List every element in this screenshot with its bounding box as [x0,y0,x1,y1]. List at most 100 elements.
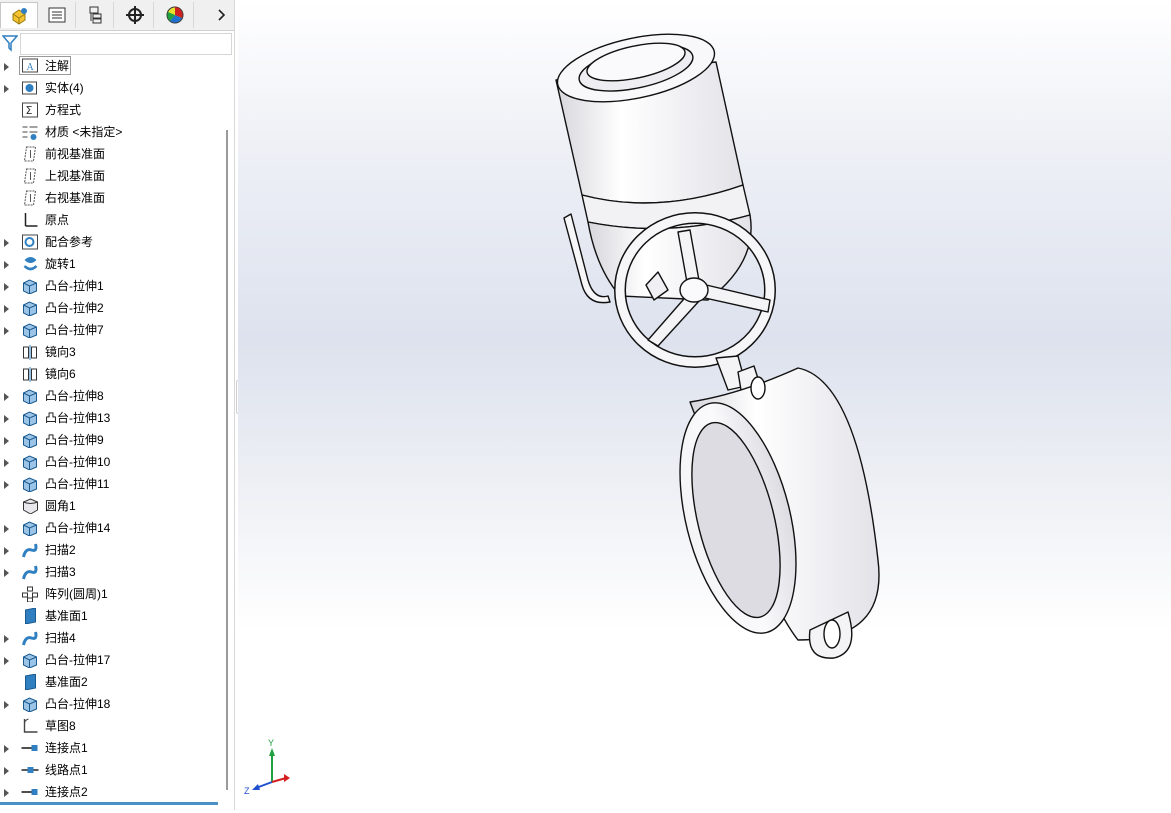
tree-item[interactable]: 圆角1 [0,495,222,517]
tree-item[interactable]: 草图8 [0,715,222,737]
tree-item[interactable]: 右视基准面 [0,187,222,209]
orientation-triad: Y Z [244,738,290,796]
more-tabs-chevron-icon[interactable] [214,6,230,24]
tree-item[interactable]: 凸台-拉伸1 [0,275,222,297]
tree-item[interactable]: 凸台-拉伸18 [0,693,222,715]
annotation-icon: A [22,58,38,73]
property-manager-tab[interactable] [38,2,76,28]
expand-arrow-icon[interactable] [4,437,9,445]
tree-item[interactable]: 材质 <未指定> [0,121,222,143]
expand-arrow-icon[interactable] [4,459,9,467]
tree-item-label: 方程式 [45,103,82,117]
configuration-manager-tab[interactable] [76,2,114,28]
expand-arrow-icon[interactable] [4,657,9,665]
boss-extrude-icon [23,389,37,404]
plane-icon [23,190,37,206]
expand-arrow-icon[interactable] [4,767,9,775]
boss-extrude-icon [23,521,37,536]
tree-item-label: 凸台-拉伸11 [45,477,110,491]
expand-arrow-icon[interactable] [4,547,9,555]
tree-item-label: 扫描2 [45,543,76,557]
expand-arrow-icon[interactable] [4,85,9,93]
tree-item[interactable]: 凸台-拉伸2 [0,297,222,319]
tree-item[interactable]: A 注解 [0,55,222,77]
tree-item[interactable]: 扫描3 [0,561,222,583]
sweep-icon [22,565,38,580]
expand-arrow-icon[interactable] [4,239,9,247]
tree-item[interactable]: 连接点2 [0,781,222,803]
reference-plane-icon [25,608,36,624]
tree-item-label: 圆角1 [45,499,76,513]
filter-icon[interactable] [1,34,19,55]
expand-arrow-icon[interactable] [4,701,9,709]
tree-item-label: 右视基准面 [45,191,106,205]
tree-item[interactable]: 前视基准面 [0,143,222,165]
tree-item[interactable]: 阵列(圆周)1 [0,583,222,605]
dimxpert-icon [125,6,144,24]
tree-item[interactable]: 基准面2 [0,671,222,693]
tree-item[interactable]: 凸台-拉伸11 [0,473,222,495]
tree-item[interactable]: 凸台-拉伸17 [0,649,222,671]
sketch-icon [23,718,38,733]
tree-item[interactable]: 凸台-拉伸9 [0,429,222,451]
boss-extrude-icon [23,323,37,338]
display-manager-tab[interactable] [156,2,194,28]
tree-item[interactable]: 凸台-拉伸10 [0,451,222,473]
expand-arrow-icon[interactable] [4,745,9,753]
tree-item[interactable]: 线路点1 [0,759,222,781]
tree-item[interactable]: 连接点1 [0,737,222,759]
tree-item-label: 连接点1 [45,741,88,755]
tree-item[interactable]: 镜向3 [0,341,222,363]
filter-input[interactable] [20,33,232,55]
expand-arrow-icon[interactable] [4,283,9,291]
tree-item[interactable]: 凸台-拉伸8 [0,385,222,407]
tree-item-label: 基准面1 [45,609,88,623]
tree-item[interactable]: Σ 方程式 [0,99,222,121]
material-icon [22,126,38,140]
fillet-icon [23,498,38,514]
tree-item-label: 材质 <未指定> [45,125,123,139]
sweep-icon [22,631,38,646]
manager-tabs [0,0,234,31]
expand-arrow-icon[interactable] [4,415,9,423]
tree-item[interactable]: 上视基准面 [0,165,222,187]
tree-item[interactable]: 基准面1 [0,605,222,627]
route-point-icon [21,767,39,773]
tree-item-label: 凸台-拉伸1 [45,279,104,293]
tree-item-label: 镜向6 [45,367,76,381]
dimxpert-manager-tab[interactable] [116,2,154,28]
tree-item-label: 草图8 [45,719,76,733]
expand-arrow-icon[interactable] [4,635,9,643]
tree-item[interactable]: 配合参考 [0,231,222,253]
boss-extrude-icon [23,653,37,668]
tree-item-label: 凸台-拉伸9 [45,433,104,447]
boss-extrude-icon [23,455,37,470]
expand-arrow-icon[interactable] [4,393,9,401]
tree-item[interactable]: 凸台-拉伸14 [0,517,222,539]
feature-manager-tab[interactable] [0,2,38,28]
tree-item[interactable]: 扫描2 [0,539,222,561]
solid-bodies-icon [22,81,37,95]
tree-item-label: 连接点2 [45,785,88,799]
expand-arrow-icon[interactable] [4,525,9,533]
tree-item-label: 扫描3 [45,565,76,579]
graphics-viewport[interactable]: Y Z [238,0,1171,810]
expand-arrow-icon[interactable] [4,789,9,797]
expand-arrow-icon[interactable] [4,261,9,269]
configuration-manager-icon [89,6,101,24]
tree-item[interactable]: 扫描4 [0,627,222,649]
expand-arrow-icon[interactable] [4,481,9,489]
tree-item[interactable]: 实体(4) [0,77,222,99]
expand-arrow-icon[interactable] [4,327,9,335]
tree-item[interactable]: 凸台-拉伸7 [0,319,222,341]
tree-item-label: 凸台-拉伸14 [45,521,111,535]
expand-arrow-icon[interactable] [4,569,9,577]
tree-item[interactable]: 镜向6 [0,363,222,385]
tree-scrollbar[interactable] [226,130,228,790]
tree-item[interactable]: 旋转1 [0,253,222,275]
tree-item[interactable]: 凸台-拉伸13 [0,407,222,429]
expand-arrow-icon[interactable] [4,305,9,313]
tree-item[interactable]: 原点 [0,209,222,231]
tree-item-label: 配合参考 [45,235,94,249]
expand-arrow-icon[interactable] [4,63,9,71]
